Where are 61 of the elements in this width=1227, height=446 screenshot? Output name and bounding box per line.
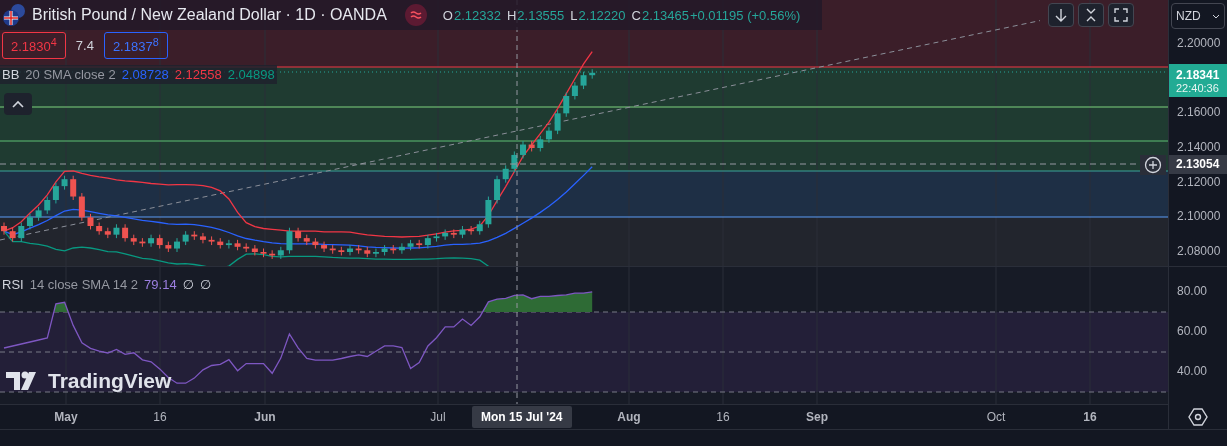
settings-icon[interactable]: [1188, 407, 1208, 427]
price-tick: 2.08000: [1177, 244, 1221, 258]
ohlc-label: H: [506, 7, 517, 23]
time-tick: Aug: [617, 410, 641, 424]
time-tick: 16: [716, 410, 730, 424]
symbol-title[interactable]: British Pound / New Zealand Dollar · 1D · OANDA: [32, 6, 387, 24]
crosshair-date-label: Mon 15 Jul '24: [472, 406, 572, 428]
indicator-name[interactable]: BB: [2, 67, 20, 82]
ohlc-value: 2.13465: [641, 7, 689, 23]
fullscreen-icon: [1114, 8, 1128, 22]
price-tick: 2.16000: [1177, 105, 1221, 119]
wave-badge-icon[interactable]: [404, 4, 427, 26]
bar-countdown: 22:40:36: [1176, 81, 1219, 94]
indicator-params: 20 SMA close 2: [25, 67, 116, 82]
price-change: +0.01195 (+0.56%): [689, 7, 801, 23]
time-tick: Sep: [806, 410, 828, 424]
indicator-params: 14 close SMA 14 2: [29, 277, 139, 292]
collapse-legend-button[interactable]: [4, 93, 32, 115]
plus-circle-icon: [1144, 156, 1162, 174]
indicator-value: 79.14: [144, 277, 177, 292]
time-tick: Jun: [254, 410, 276, 424]
sell-button[interactable]: 2.1830$^{4}$: [2, 32, 66, 59]
logo-text: TradingView: [48, 369, 172, 393]
indicator-value: 2.12558: [174, 67, 222, 82]
collapse-icon: [1084, 8, 1098, 22]
crosshair-price-label: 2.13054: [1169, 155, 1227, 174]
rsi-tick: 60.00: [1177, 324, 1208, 338]
collapse-button[interactable]: [1078, 3, 1104, 27]
indicator-name[interactable]: RSI: [2, 277, 24, 292]
ohlc-value: 2.12332: [453, 7, 501, 23]
time-tick: May: [54, 410, 78, 424]
caret-icon: [1212, 13, 1220, 19]
ohlc-value: 2.13555: [517, 7, 565, 23]
spread-value: 7.4: [74, 38, 95, 53]
fullscreen-button[interactable]: [1108, 3, 1134, 27]
ohlc-label: L: [570, 7, 578, 23]
rsi-tick: 40.00: [1177, 364, 1208, 378]
scroll-down-button[interactable]: [1048, 3, 1074, 27]
ohlc-value: 2.12220: [578, 7, 626, 23]
time-tick: Jul: [430, 410, 446, 424]
ohlc-label: C: [631, 7, 641, 23]
price-tick: 2.14000: [1177, 140, 1221, 154]
last-price: 2.18341: [1176, 67, 1220, 82]
indicator-value: ∅: [182, 277, 194, 292]
down-arrow-icon: [1054, 8, 1068, 22]
currency-flags-icon: [2, 3, 26, 27]
time-tick: Oct: [986, 410, 1006, 424]
indicator-value: 2.04898: [227, 67, 275, 82]
indicator-value: 2.08728: [121, 67, 169, 82]
time-tick: 16: [153, 410, 167, 424]
price-tick: 2.10000: [1177, 209, 1221, 223]
ohlc-label: O: [442, 7, 453, 23]
chevron-up-icon: [12, 100, 24, 108]
indicator-value: ∅: [199, 277, 212, 292]
time-tick: 16: [1083, 410, 1097, 424]
buy-button[interactable]: 2.1837$^{8}$: [103, 32, 168, 59]
add-alert-button[interactable]: [1140, 155, 1166, 175]
rsi-tick: 80.00: [1177, 284, 1208, 298]
price-tick: 2.20000: [1177, 36, 1221, 50]
price-tick: 2.12000: [1177, 175, 1221, 189]
currency-dropdown[interactable]: NZD: [1171, 3, 1225, 29]
